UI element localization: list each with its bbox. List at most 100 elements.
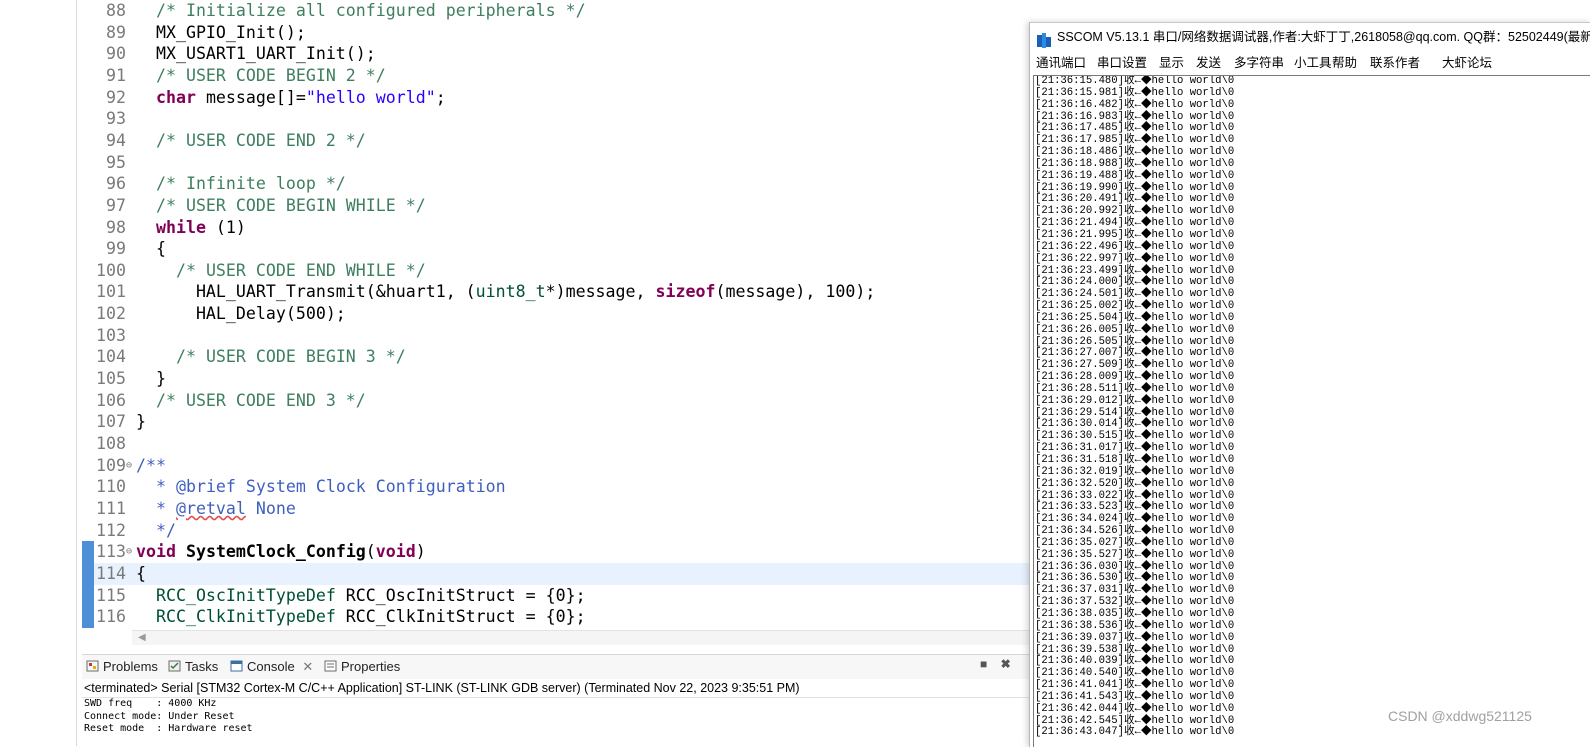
code-line[interactable]: 98 while (1) (82, 217, 1032, 239)
code-text: /* USER CODE END 3 */ (155, 390, 366, 410)
fold-collapse-icon[interactable]: ⊖ (126, 541, 136, 563)
sscom-menu-item[interactable]: 大虾论坛 (1442, 52, 1492, 74)
tab-problems-label: Problems (103, 659, 158, 674)
code-line[interactable]: 99 { (82, 238, 1032, 260)
remove-launch-icon[interactable]: ✖ (1001, 657, 1011, 671)
code-text: char message[]="hello world"; (155, 87, 446, 107)
editor-horizontal-scrollbar[interactable]: ◀ (132, 630, 1032, 645)
tab-properties[interactable]: Properties (324, 657, 400, 677)
code-line[interactable]: 101 HAL_UART_Transmit(&huart1, (uint8_t*… (82, 281, 1032, 303)
sscom-app-icon (1037, 30, 1051, 48)
line-number: 115 (96, 585, 126, 605)
line-number: 90 (106, 44, 126, 64)
console-output[interactable]: SWD freq : 4000 KHz Connect mode: Under R… (84, 698, 1024, 746)
sscom-menu-item[interactable]: 发送 (1196, 52, 1221, 74)
code-line[interactable]: 102 HAL_Delay(500); (82, 303, 1032, 325)
sscom-menu-item[interactable]: 通讯端口 (1036, 52, 1086, 74)
close-icon[interactable]: ✕ (302, 659, 313, 674)
code-line[interactable]: 90 MX_USART1_UART_Init(); (82, 43, 1032, 65)
tab-tasks-label: Tasks (185, 659, 219, 674)
code-line[interactable]: 109 ⊖/** (82, 455, 1032, 477)
code-text: * @retval None (136, 498, 296, 518)
line-number: 98 (106, 217, 126, 237)
code-line[interactable]: 95 (82, 152, 1032, 174)
code-line[interactable]: 91 /* USER CODE BEGIN 2 */ (82, 65, 1032, 87)
line-number: 109 (96, 455, 126, 475)
code-line[interactable]: 93 (82, 108, 1032, 130)
tab-tasks[interactable]: Tasks (168, 657, 218, 677)
line-number: 96 (106, 174, 126, 194)
tab-console[interactable]: Console ✕ (230, 657, 313, 677)
console-line: SWD freq : 4000 KHz (84, 698, 217, 709)
code-line[interactable]: 113 ⊖ void SystemClock_Config(void) (82, 541, 1032, 563)
code-text: /* Initialize all configured peripherals… (155, 1, 586, 20)
tasks-icon (168, 658, 181, 672)
code-text: /* USER CODE BEGIN 3 */ (175, 347, 406, 367)
tab-console-label: Console (247, 659, 295, 674)
code-line[interactable]: 106 /* USER CODE END 3 */ (82, 390, 1032, 412)
code-line[interactable]: 112 */ (82, 520, 1032, 542)
code-text: MX_USART1_UART_Init(); (136, 44, 376, 64)
line-number: 99 (106, 239, 126, 259)
code-line[interactable]: 111 * @retval None (82, 498, 1032, 520)
code-line[interactable]: 116 RCC_ClkInitTypeDef RCC_ClkInitStruct… (82, 606, 1032, 628)
sscom-menu-item[interactable]: 联系作者 (1370, 52, 1420, 74)
received-line: [21:36:25.504]收←◆hello world\0 (1035, 311, 1235, 324)
code-line[interactable]: 94 /* USER CODE END 2 */ (82, 130, 1032, 152)
received-line: [21:36:32.520]收←◆hello world\0 (1035, 477, 1235, 490)
code-line[interactable]: 92 char message[]="hello world"; (82, 87, 1032, 109)
code-line[interactable]: 110 * @brief System Clock Configuration (82, 476, 1032, 498)
line-number: 116 (96, 607, 126, 627)
code-text: /* Infinite loop */ (155, 174, 346, 194)
code-line[interactable]: 89 MX_GPIO_Init(); (82, 22, 1032, 44)
code-line[interactable]: 96 /* Infinite loop */ (82, 173, 1032, 195)
code-line[interactable]: 107} (82, 411, 1032, 433)
received-line: [21:36:18.988]收←◆hello world\0 (1035, 157, 1235, 170)
line-number: 91 (106, 65, 126, 85)
line-number: 88 (106, 1, 126, 20)
code-line[interactable]: 115 RCC_OscInitTypeDef RCC_OscInitStruct… (82, 584, 1032, 607)
received-line: [21:36:15.981]收←◆hello world\0 (1035, 86, 1235, 99)
sscom-menu-bar: 通讯端口 串口设置 显示 发送 多字符串 小工具 帮助 联系作者 大虾论坛 (1030, 52, 1590, 74)
code-line[interactable]: 114 { (82, 562, 1032, 585)
code-text: HAL_Delay(500); (136, 304, 346, 324)
line-number: 101 (96, 282, 126, 302)
sscom-receive-area[interactable]: [21:36:15.480]收←◆hello world\0 [21:36:15.… (1033, 75, 1590, 747)
line-number: 102 (96, 304, 126, 324)
sscom-menu-item[interactable]: 显示 (1159, 52, 1184, 74)
code-line[interactable]: 103 (82, 325, 1032, 347)
received-line: [21:36:43.047]收←◆hello world\0 (1035, 726, 1235, 739)
code-text: * @brief System Clock Configuration (136, 477, 506, 497)
line-number: 113 (96, 542, 126, 562)
code-text: /* USER CODE BEGIN 2 */ (155, 65, 386, 85)
sscom-menu-item[interactable]: 串口设置 (1097, 52, 1147, 74)
line-number: 97 (106, 195, 126, 215)
code-line[interactable]: 104 /* USER CODE BEGIN 3 */ (82, 346, 1032, 368)
received-line: [21:36:35.027]收←◆hello world\0 (1035, 536, 1235, 549)
line-number: 93 (106, 109, 126, 129)
code-line[interactable]: 105 } (82, 368, 1032, 390)
stop-icon[interactable]: ■ (980, 657, 987, 671)
console-status: <terminated> Serial [STM32 Cortex-M C/C+… (82, 679, 1034, 698)
sscom-menu-item[interactable]: 多字符串 (1234, 52, 1284, 74)
received-line: [21:36:22.496]收←◆hello world\0 (1035, 240, 1235, 253)
sscom-menu-item[interactable]: 帮助 (1332, 52, 1357, 74)
received-line: [21:36:26.005]收←◆hello world\0 (1035, 323, 1235, 336)
line-number: 104 (96, 347, 126, 367)
scroll-left-arrow-icon[interactable]: ◀ (138, 631, 146, 645)
line-number: 92 (106, 87, 126, 107)
sscom-menu-item[interactable]: 小工具 (1294, 52, 1332, 74)
code-line[interactable]: 97 /* USER CODE BEGIN WHILE */ (82, 195, 1032, 217)
line-number: 100 (96, 260, 126, 280)
tab-problems[interactable]: Problems (86, 657, 158, 677)
watermark: CSDN @xddwg521125 (1388, 708, 1532, 724)
code-editor[interactable]: 88 /* Initialize all configured peripher… (82, 0, 1032, 630)
code-line[interactable]: 88 /* Initialize all configured peripher… (82, 0, 1032, 22)
code-line[interactable]: 100 /* USER CODE END WHILE */ (82, 260, 1032, 282)
code-text: while (1) (155, 217, 246, 237)
code-line[interactable]: 108 (82, 433, 1032, 455)
received-line: [21:36:32.019]收←◆hello world\0 (1035, 465, 1235, 478)
fold-collapse-icon[interactable]: ⊖ (126, 455, 136, 477)
sscom-title-bar[interactable]: SSCOM V5.13.1 串口/网络数据调试器,作者:大虾丁丁,2618058… (1030, 23, 1590, 52)
line-number: 111 (96, 498, 126, 518)
